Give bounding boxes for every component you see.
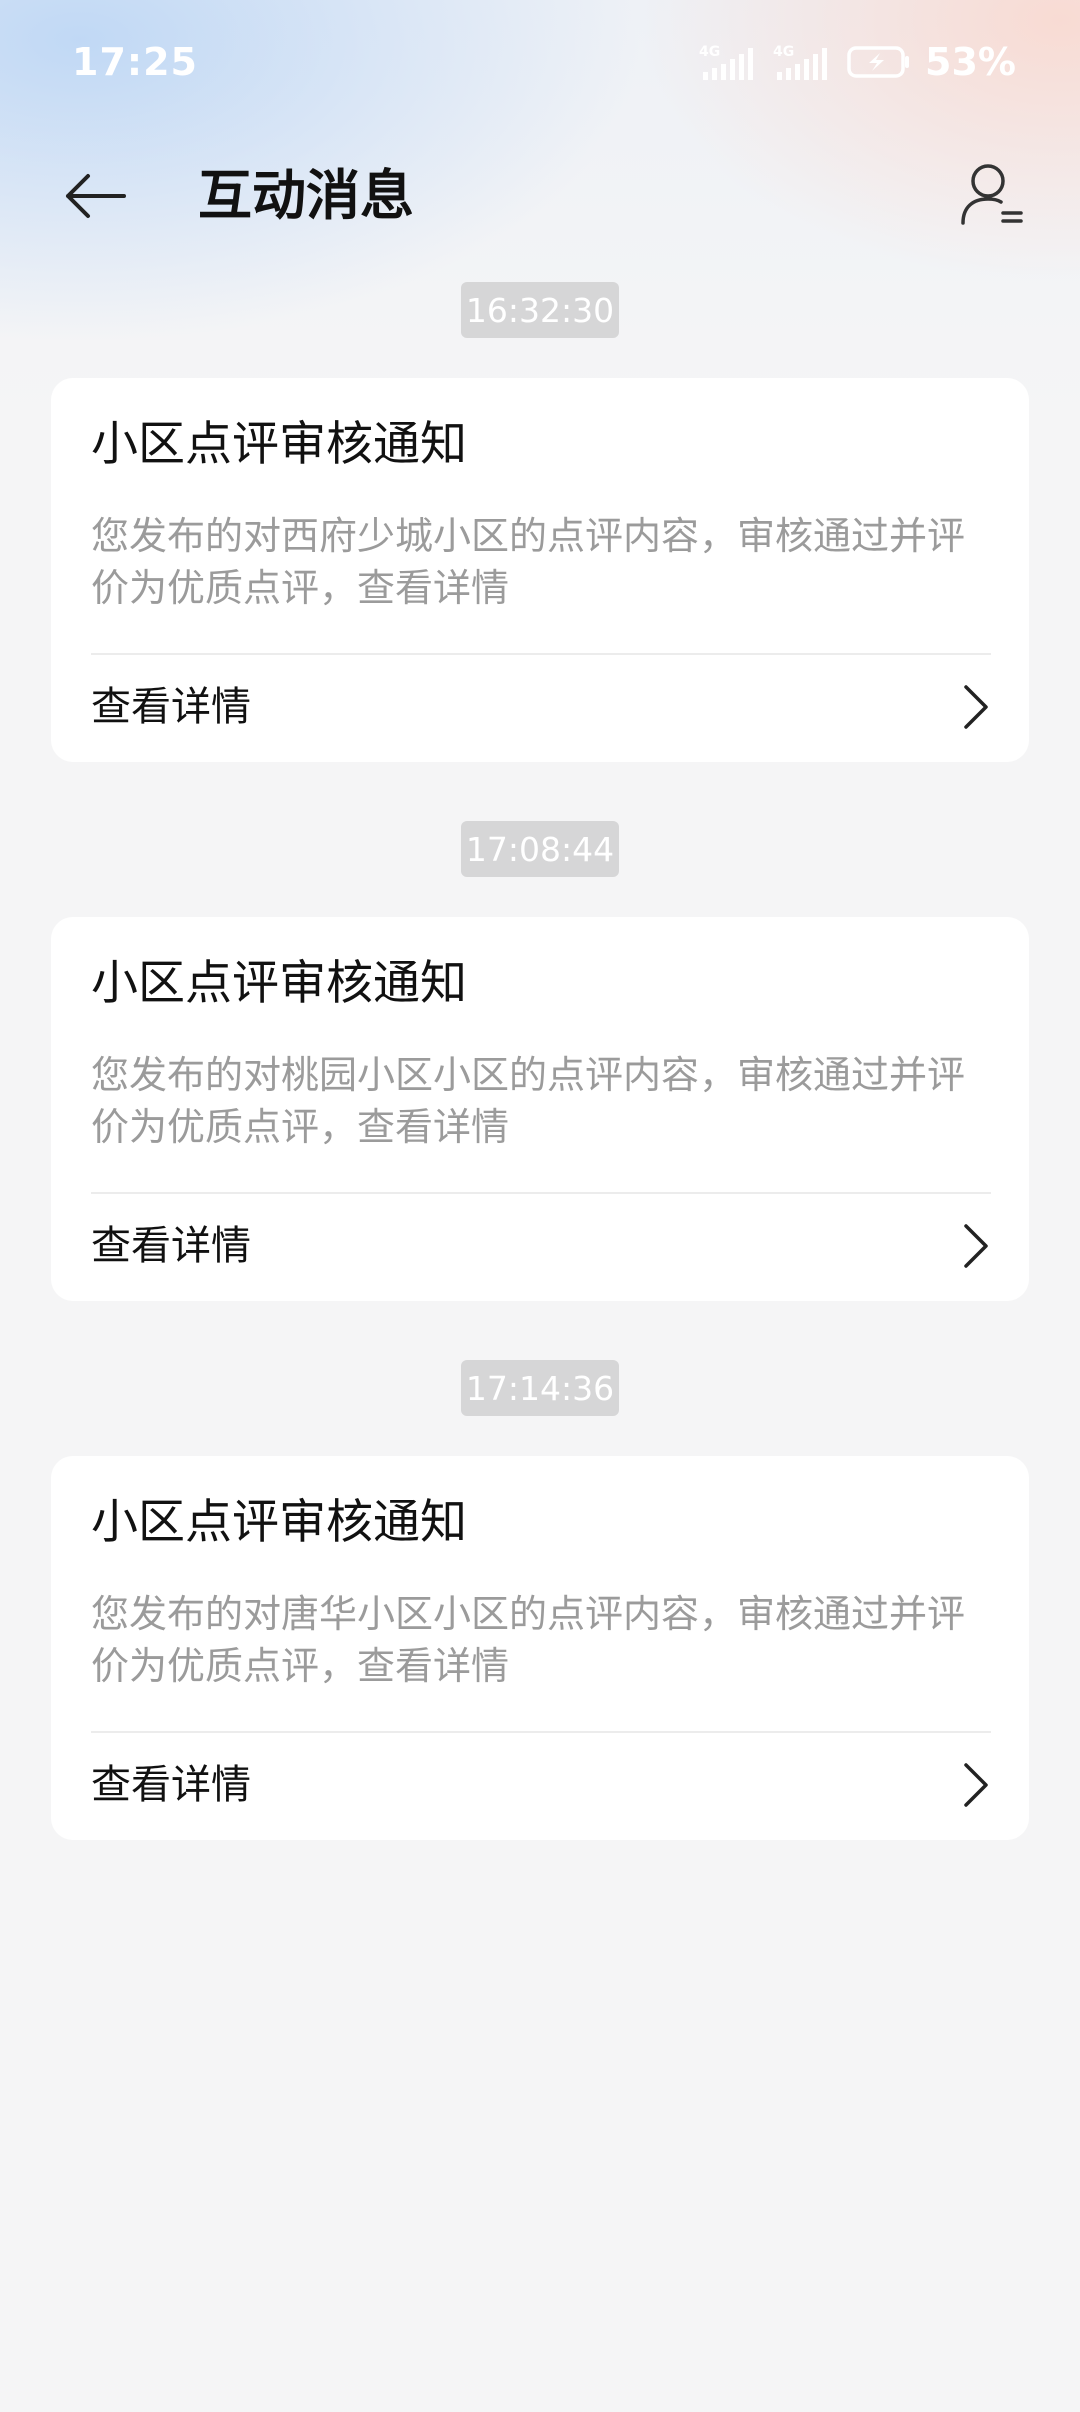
chevron-right-icon (964, 1763, 988, 1807)
view-details-link[interactable]: 查看详情 (91, 1194, 991, 1299)
signal-4g-icon: 4G (699, 44, 754, 80)
battery-charging-icon (847, 46, 910, 78)
view-details-label: 查看详情 (91, 1762, 251, 1808)
nav-bar: 互动消息 (0, 140, 1080, 250)
view-details-link[interactable]: 查看详情 (91, 655, 991, 760)
message-timestamp: 17:14:36 (461, 1360, 619, 1416)
message-description: 您发布的对唐华小区小区的点评内容，审核通过并评价为优质点评，查看详情 (91, 1592, 966, 1688)
message-description: 您发布的对西府少城小区的点评内容，审核通过并评价为优质点评，查看详情 (91, 514, 966, 610)
status-time: 17:25 (72, 40, 198, 84)
chevron-right-icon (964, 685, 988, 729)
back-arrow-icon (66, 174, 126, 218)
status-indicators: 4G 4G 53% (699, 40, 1016, 84)
profile-button[interactable] (952, 154, 1032, 234)
message-title: 小区点评审核通知 (91, 956, 467, 1011)
message-card: 小区点评审核通知 您发布的对唐华小区小区的点评内容，审核通过并评价为优质点评，查… (51, 1456, 1029, 1840)
signal-4g-icon: 4G (773, 44, 828, 80)
message-card: 小区点评审核通知 您发布的对桃园小区小区的点评内容，审核通过并评价为优质点评，查… (51, 917, 1029, 1301)
svg-text:4G: 4G (773, 44, 794, 60)
status-bar: 17:25 4G 4G 53% (0, 0, 1080, 130)
message-title: 小区点评审核通知 (91, 1495, 467, 1550)
message-timestamp: 17:08:44 (461, 821, 619, 877)
view-details-label: 查看详情 (91, 684, 251, 730)
view-details-link[interactable]: 查看详情 (91, 1733, 991, 1838)
user-list-icon (961, 164, 1023, 225)
battery-percent: 53% (925, 40, 1016, 84)
message-title: 小区点评审核通知 (91, 417, 467, 472)
view-details-label: 查看详情 (91, 1223, 251, 1269)
chevron-right-icon (964, 1224, 988, 1268)
message-description: 您发布的对桃园小区小区的点评内容，审核通过并评价为优质点评，查看详情 (91, 1053, 966, 1149)
message-timestamp: 16:32:30 (461, 282, 619, 338)
page-title: 互动消息 (198, 164, 414, 227)
back-button[interactable] (60, 160, 132, 232)
message-card: 小区点评审核通知 您发布的对西府少城小区的点评内容，审核通过并评价为优质点评，查… (51, 378, 1029, 762)
svg-text:4G: 4G (699, 44, 720, 60)
